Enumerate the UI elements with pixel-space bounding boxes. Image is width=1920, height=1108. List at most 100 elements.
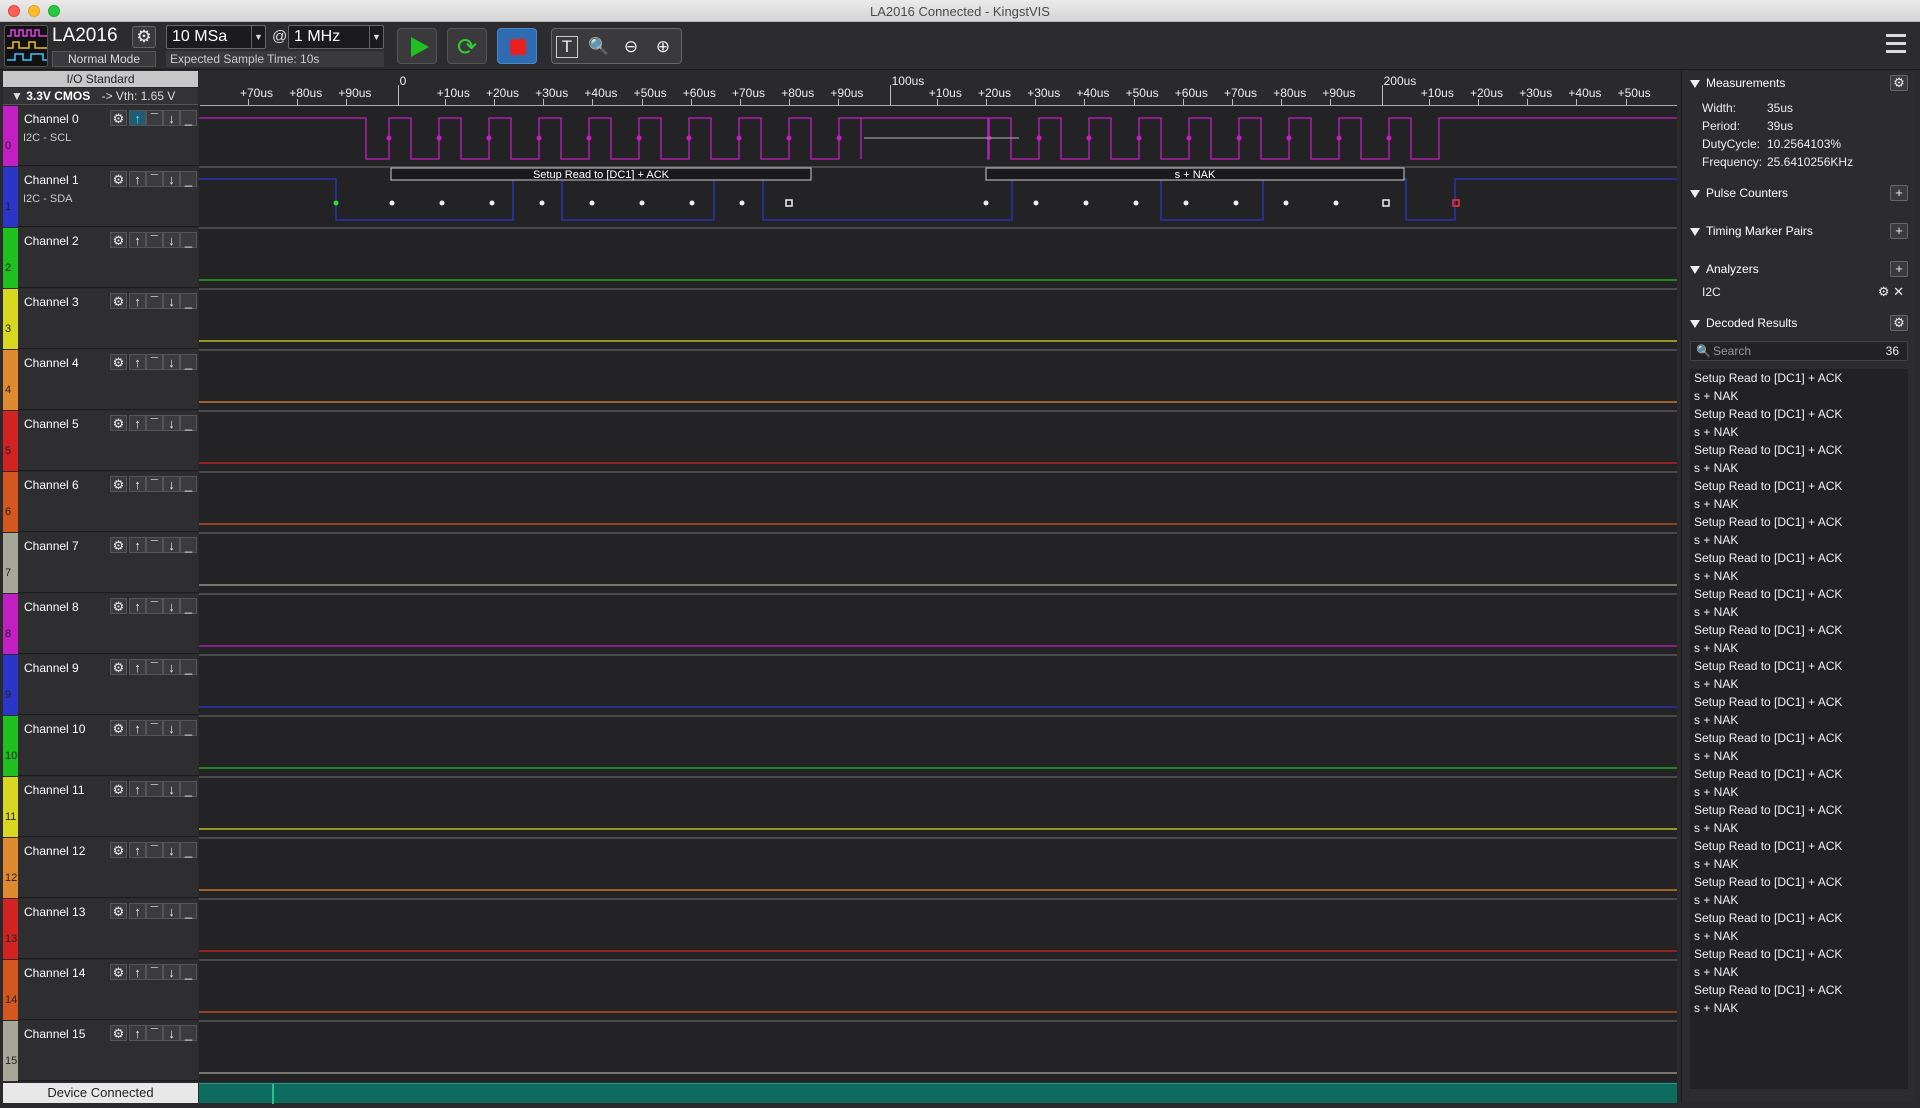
low-level-trigger-icon[interactable]: _ xyxy=(180,964,197,980)
falling-edge-trigger-icon[interactable]: ↓ xyxy=(163,293,180,309)
decoded-result-row[interactable]: Setup Read to [DC1] + ACK xyxy=(1690,765,1908,783)
rising-edge-trigger-icon[interactable]: ↑ xyxy=(129,232,146,248)
pulse-counters-header[interactable]: Pulse Counters + xyxy=(1682,181,1916,205)
low-level-trigger-icon[interactable]: _ xyxy=(180,1025,197,1041)
analyzer-gear-icon[interactable]: ⚙ xyxy=(1878,284,1890,299)
low-level-trigger-icon[interactable]: _ xyxy=(180,293,197,309)
menu-icon[interactable] xyxy=(1886,34,1906,56)
sample-depth-select[interactable]: 10 MSa ▼ xyxy=(166,25,266,49)
low-level-trigger-icon[interactable]: _ xyxy=(180,232,197,248)
add-analyzer-icon[interactable]: + xyxy=(1890,261,1908,277)
low-level-trigger-icon[interactable]: _ xyxy=(180,842,197,858)
channel-gear-icon[interactable]: ⚙ xyxy=(110,476,127,492)
add-timing-pair-icon[interactable]: + xyxy=(1890,223,1908,239)
decoded-result-row[interactable]: s + NAK xyxy=(1690,927,1908,945)
channel-gear-icon[interactable]: ⚙ xyxy=(110,293,127,309)
low-level-trigger-icon[interactable]: _ xyxy=(180,720,197,736)
decoded-result-row[interactable]: Setup Read to [DC1] + ACK xyxy=(1690,369,1908,387)
decoded-results-header[interactable]: Decoded Results ⚙ xyxy=(1682,311,1916,335)
low-level-trigger-icon[interactable]: _ xyxy=(180,659,197,675)
decoded-results-list[interactable]: Setup Read to [DC1] + ACK s + NAK Setup Re… xyxy=(1690,369,1908,1089)
timing-marker-pairs-header[interactable]: Timing Marker Pairs + xyxy=(1682,219,1916,243)
channel-row[interactable]: 5 Channel 5 ⚙ ↑ ¯ ↓ _ xyxy=(3,411,198,471)
decoded-result-row[interactable]: s + NAK xyxy=(1690,567,1908,585)
falling-edge-trigger-icon[interactable]: ↓ xyxy=(163,354,180,370)
high-level-trigger-icon[interactable]: ¯ xyxy=(146,1025,163,1041)
rising-edge-trigger-icon[interactable]: ↑ xyxy=(129,903,146,919)
measurements-gear-icon[interactable]: ⚙ xyxy=(1890,75,1908,91)
channel-row[interactable]: 10 Channel 10 ⚙ ↑ ¯ ↓ _ xyxy=(3,716,198,776)
decoded-result-row[interactable]: Setup Read to [DC1] + ACK xyxy=(1690,837,1908,855)
decoded-result-row[interactable]: s + NAK xyxy=(1690,963,1908,981)
falling-edge-trigger-icon[interactable]: ↓ xyxy=(163,964,180,980)
high-level-trigger-icon[interactable]: ¯ xyxy=(146,781,163,797)
rising-edge-trigger-icon[interactable]: ↑ xyxy=(129,842,146,858)
rising-edge-trigger-icon[interactable]: ↑ xyxy=(129,415,146,431)
add-pulse-counter-icon[interactable]: + xyxy=(1890,185,1908,201)
repeat-start-button[interactable]: ⟳ xyxy=(447,28,487,64)
rising-edge-trigger-icon[interactable]: ↑ xyxy=(129,964,146,980)
rising-edge-trigger-icon[interactable]: ↑ xyxy=(129,659,146,675)
channel-row[interactable]: 9 Channel 9 ⚙ ↑ ¯ ↓ _ xyxy=(3,655,198,715)
decoded-result-row[interactable]: Setup Read to [DC1] + ACK xyxy=(1690,693,1908,711)
decoded-result-row[interactable]: Setup Read to [DC1] + ACK xyxy=(1690,945,1908,963)
decoded-result-row[interactable]: s + NAK xyxy=(1690,891,1908,909)
channel-gear-icon[interactable]: ⚙ xyxy=(110,842,127,858)
falling-edge-trigger-icon[interactable]: ↓ xyxy=(163,476,180,492)
falling-edge-trigger-icon[interactable]: ↓ xyxy=(163,1025,180,1041)
falling-edge-trigger-icon[interactable]: ↓ xyxy=(163,110,180,126)
rising-edge-trigger-icon[interactable]: ↑ xyxy=(129,720,146,736)
rising-edge-trigger-icon[interactable]: ↑ xyxy=(129,354,146,370)
decoded-result-row[interactable]: Setup Read to [DC1] + ACK xyxy=(1690,729,1908,747)
high-level-trigger-icon[interactable]: ¯ xyxy=(146,964,163,980)
falling-edge-trigger-icon[interactable]: ↓ xyxy=(163,171,180,187)
decoded-result-row[interactable]: Setup Read to [DC1] + ACK xyxy=(1690,549,1908,567)
decoded-result-row[interactable]: s + NAK xyxy=(1690,423,1908,441)
decoded-result-row[interactable]: Setup Read to [DC1] + ACK xyxy=(1690,405,1908,423)
falling-edge-trigger-icon[interactable]: ↓ xyxy=(163,720,180,736)
channel-row[interactable]: 0 Channel 0 I2C - SCL ⚙ ↑ ¯ ↓ _ xyxy=(3,106,198,166)
view-position-marker[interactable] xyxy=(272,1084,274,1104)
channel-row[interactable]: 1 Channel 1 I2C - SDA ⚙ ↑ ¯ ↓ _ xyxy=(3,167,198,227)
decoded-result-row[interactable]: s + NAK xyxy=(1690,531,1908,549)
decoded-results-gear-icon[interactable]: ⚙ xyxy=(1890,315,1908,331)
start-button[interactable] xyxy=(397,28,437,64)
channel-gear-icon[interactable]: ⚙ xyxy=(110,415,127,431)
channel-gear-icon[interactable]: ⚙ xyxy=(110,1025,127,1041)
channel-row[interactable]: 8 Channel 8 ⚙ ↑ ¯ ↓ _ xyxy=(3,594,198,654)
channel-gear-icon[interactable]: ⚙ xyxy=(110,537,127,553)
falling-edge-trigger-icon[interactable]: ↓ xyxy=(163,842,180,858)
channel-row[interactable]: 13 Channel 13 ⚙ ↑ ¯ ↓ _ xyxy=(3,899,198,959)
device-settings-gear-icon[interactable]: ⚙ xyxy=(132,26,156,48)
decoded-result-row[interactable]: s + NAK xyxy=(1690,747,1908,765)
rising-edge-trigger-icon[interactable]: ↑ xyxy=(129,537,146,553)
time-ruler[interactable]: +70us +80us +90us 0 +10us +20us +30us +40us +50u… xyxy=(200,71,1677,106)
text-marker-icon[interactable]: T xyxy=(556,36,578,58)
decoded-result-row[interactable]: s + NAK xyxy=(1690,711,1908,729)
decoded-result-row[interactable]: Setup Read to [DC1] + ACK xyxy=(1690,585,1908,603)
zoom-fit-icon[interactable]: 🔍 xyxy=(586,35,612,59)
channel-gear-icon[interactable]: ⚙ xyxy=(110,903,127,919)
low-level-trigger-icon[interactable]: _ xyxy=(180,476,197,492)
decoded-result-row[interactable]: s + NAK xyxy=(1690,675,1908,693)
channel-gear-icon[interactable]: ⚙ xyxy=(110,171,127,187)
channel-gear-icon[interactable]: ⚙ xyxy=(110,659,127,675)
falling-edge-trigger-icon[interactable]: ↓ xyxy=(163,415,180,431)
low-level-trigger-icon[interactable]: _ xyxy=(180,171,197,187)
decoded-result-row[interactable]: s + NAK xyxy=(1690,855,1908,873)
high-level-trigger-icon[interactable]: ¯ xyxy=(146,232,163,248)
high-level-trigger-icon[interactable]: ¯ xyxy=(146,476,163,492)
analyzer-remove-icon[interactable]: ✕ xyxy=(1893,284,1904,299)
decoded-result-row[interactable]: Setup Read to [DC1] + ACK xyxy=(1690,981,1908,999)
decoded-result-row[interactable]: Setup Read to [DC1] + ACK xyxy=(1690,441,1908,459)
channel-gear-icon[interactable]: ⚙ xyxy=(110,964,127,980)
decoded-result-row[interactable]: s + NAK xyxy=(1690,603,1908,621)
channel-row[interactable]: 15 Channel 15 ⚙ ↑ ¯ ↓ _ xyxy=(3,1021,198,1081)
stop-button[interactable] xyxy=(497,28,537,64)
decoded-result-row[interactable]: Setup Read to [DC1] + ACK xyxy=(1690,873,1908,891)
io-standard-select[interactable]: ▼ 3.3V CMOS -> Vth: 1.65 V xyxy=(3,88,198,105)
falling-edge-trigger-icon[interactable]: ↓ xyxy=(163,659,180,675)
falling-edge-trigger-icon[interactable]: ↓ xyxy=(163,781,180,797)
rising-edge-trigger-icon[interactable]: ↑ xyxy=(129,781,146,797)
high-level-trigger-icon[interactable]: ¯ xyxy=(146,842,163,858)
